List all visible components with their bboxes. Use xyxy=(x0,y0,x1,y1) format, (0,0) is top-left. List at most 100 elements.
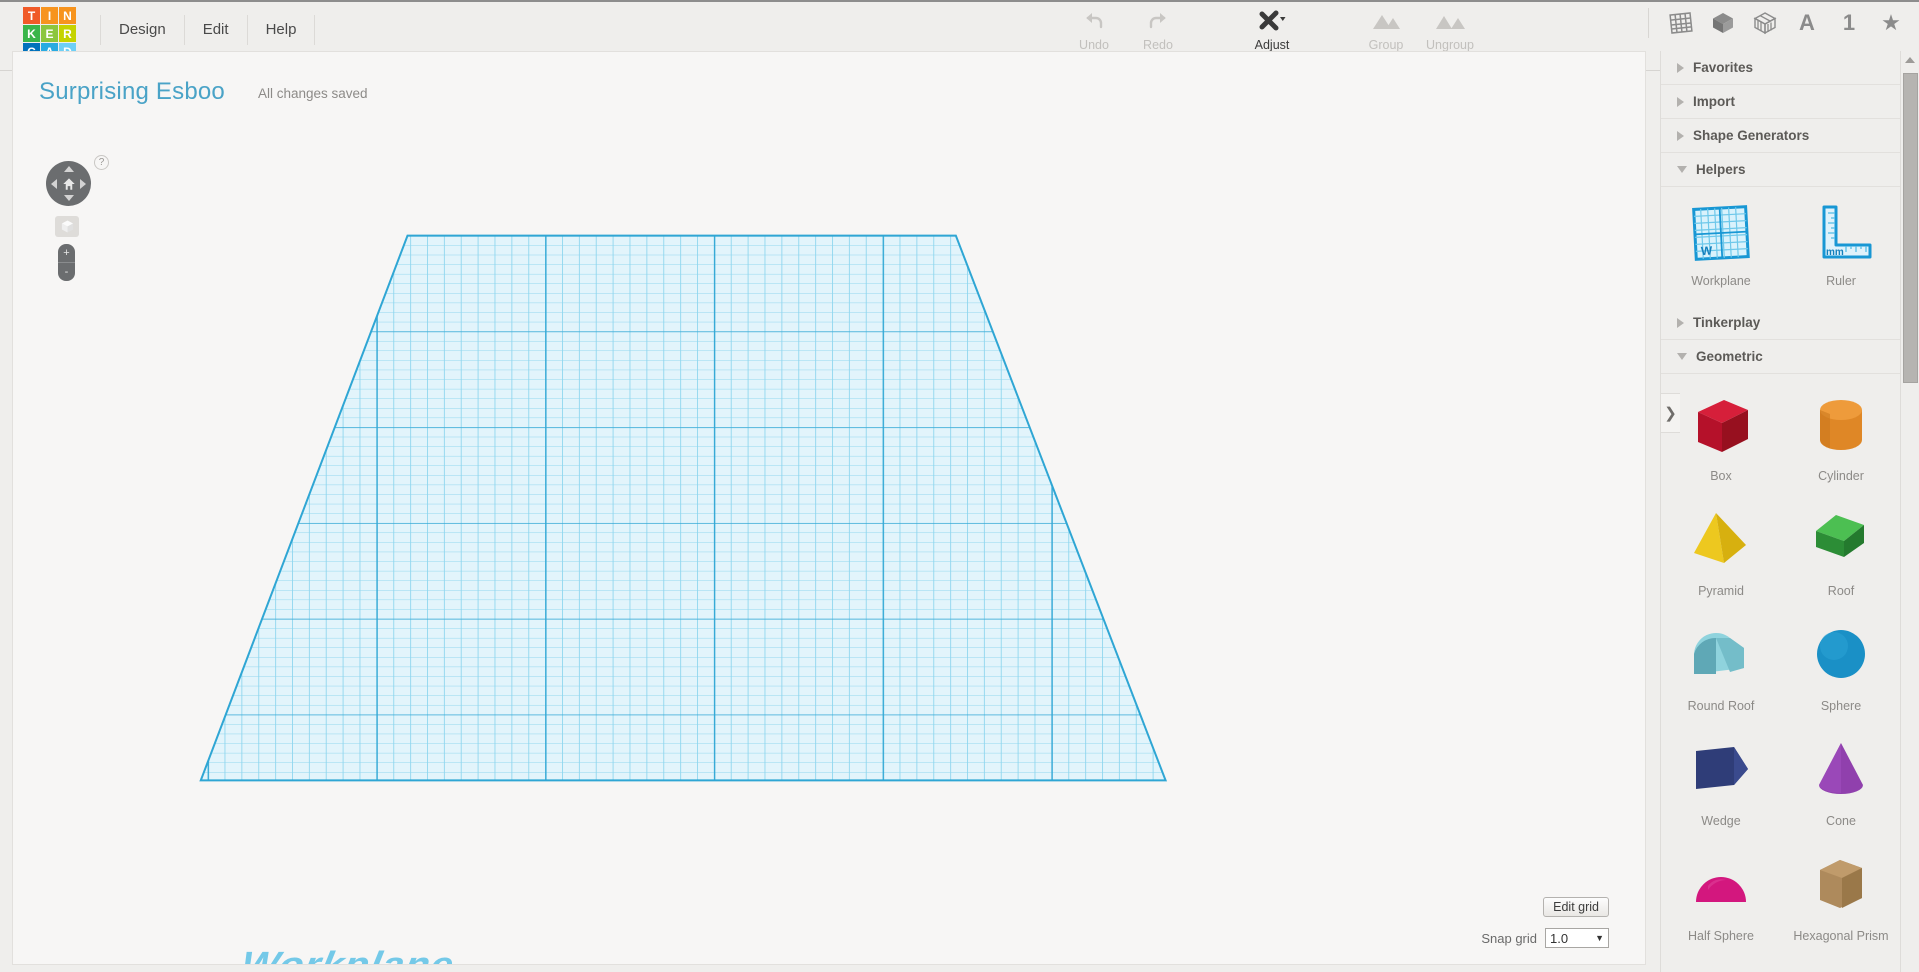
logo-tile-i: I xyxy=(41,7,58,24)
nav-down-arrow-icon[interactable] xyxy=(63,195,74,201)
logo-tile-e: E xyxy=(41,25,58,42)
view-navigation-disc[interactable] xyxy=(46,161,91,206)
snap-grid-control: Snap grid 1.0 ▼ xyxy=(1481,928,1609,948)
shape-label: Pyramid xyxy=(1698,584,1744,598)
redo-icon xyxy=(1126,8,1190,34)
chevron-down-icon xyxy=(1677,353,1687,360)
adjust-button[interactable]: Adjust xyxy=(1240,4,1304,52)
nav-left-arrow-icon[interactable] xyxy=(51,178,57,189)
group-label: Group xyxy=(1368,38,1404,52)
svg-text:W: W xyxy=(1700,243,1713,258)
shape-label: Workplane xyxy=(1691,274,1751,288)
workplane-label: Workplane xyxy=(237,945,458,964)
workplane-grid xyxy=(199,234,1168,782)
menu-item-edit[interactable]: Edit xyxy=(185,15,248,45)
shape-label: Roof xyxy=(1827,584,1855,598)
shape-item-pyramid[interactable]: Pyramid xyxy=(1661,503,1781,618)
design-canvas[interactable]: Surprising Esboo All changes saved ? + -… xyxy=(12,51,1646,965)
sidebar-section-favorites[interactable]: Favorites xyxy=(1661,51,1901,85)
sidebar-section-shape-generators[interactable]: Shape Generators xyxy=(1661,119,1901,153)
sidebar-section-tinkerplay[interactable]: Tinkerplay xyxy=(1661,306,1901,340)
shape-label: Wedge xyxy=(1701,814,1741,828)
shape-item-sphere[interactable]: Sphere xyxy=(1781,618,1901,733)
view-toolbar: A 1 ★ xyxy=(1648,8,1905,38)
shape-item-cylinder[interactable]: Cylinder xyxy=(1781,388,1901,503)
sidebar-section-import[interactable]: Import xyxy=(1661,85,1901,119)
snap-grid-value: 1.0 xyxy=(1550,930,1569,946)
wedge-shape-icon xyxy=(1686,733,1756,805)
chevron-down-icon xyxy=(1677,166,1687,173)
shape-item-ruler[interactable]: mm Ruler xyxy=(1781,201,1901,300)
nav-up-arrow-icon[interactable] xyxy=(63,166,74,172)
cone-shape-icon xyxy=(1806,733,1876,805)
zoom-in-button[interactable]: + xyxy=(58,244,75,263)
logo-tile-k: K xyxy=(23,25,40,42)
sidebar-section-helpers[interactable]: Helpers xyxy=(1661,153,1901,187)
shape-label: Cylinder xyxy=(1818,469,1864,483)
sidebar-section-label: Geometric xyxy=(1696,349,1763,364)
menu-item-design[interactable]: Design xyxy=(100,15,185,45)
nav-right-arrow-icon[interactable] xyxy=(80,178,86,189)
help-button[interactable]: ? xyxy=(94,155,109,170)
shape-label: Round Roof xyxy=(1687,699,1755,713)
ruler-helper-icon: mm xyxy=(1808,201,1874,265)
undo-icon xyxy=(1062,8,1126,34)
zoom-out-button[interactable]: - xyxy=(58,263,75,281)
ungroup-button[interactable]: Ungroup xyxy=(1418,4,1482,52)
chevron-right-icon xyxy=(1677,130,1684,141)
solid-cube-icon[interactable] xyxy=(1709,8,1737,38)
half-sphere-shape-icon xyxy=(1686,848,1756,920)
shape-item-roof[interactable]: Roof xyxy=(1781,503,1901,618)
sidebar-sections: Favorites Import Shape Generators Helper… xyxy=(1661,51,1901,969)
workplane-grid-icon[interactable] xyxy=(1667,8,1695,38)
logo-tile-r: R xyxy=(59,25,76,42)
shape-library-sidebar: ❯ Favorites Import Shape Generators Help… xyxy=(1660,51,1919,972)
redo-label: Redo xyxy=(1143,38,1173,52)
shape-label: Ruler xyxy=(1826,274,1856,288)
redo-button[interactable]: Redo xyxy=(1126,4,1190,52)
shape-item-wedge[interactable]: Wedge xyxy=(1661,733,1781,848)
snap-grid-select[interactable]: 1.0 ▼ xyxy=(1545,928,1609,948)
sidebar-section-geometric[interactable]: Geometric xyxy=(1661,340,1901,374)
tinkercad-app: T I N K E R C A D Design Edit Help Undo xyxy=(0,0,1919,972)
undo-button[interactable]: Undo xyxy=(1062,4,1126,52)
ungroup-icon xyxy=(1418,8,1482,34)
geometric-shelf: Box Cylinder Pyramid Roof Round Roof Sph… xyxy=(1661,374,1901,969)
collapse-sidebar-button[interactable]: ❯ xyxy=(1661,393,1680,433)
page-title[interactable]: Surprising Esboo xyxy=(39,78,225,106)
shape-label: Cone xyxy=(1826,814,1856,828)
number-one-icon[interactable]: 1 xyxy=(1835,8,1863,38)
edit-toolbar: Undo Redo Adjust Group Ungroup xyxy=(1062,4,1482,52)
star-icon[interactable]: ★ xyxy=(1877,8,1905,38)
cylinder-shape-icon xyxy=(1806,388,1876,460)
shape-item-workplane[interactable]: W Workplane xyxy=(1661,201,1781,300)
shape-label: Box xyxy=(1710,469,1732,483)
shape-item-cone[interactable]: Cone xyxy=(1781,733,1901,848)
save-status: All changes saved xyxy=(258,86,368,101)
svg-text:mm: mm xyxy=(1826,247,1844,258)
shape-label: Half Sphere xyxy=(1687,929,1754,943)
shape-item-hexagonal-prism[interactable]: Hexagonal Prism xyxy=(1781,848,1901,963)
shape-label: Sphere xyxy=(1820,699,1862,713)
sphere-shape-icon xyxy=(1806,618,1876,690)
shape-item-half-sphere[interactable]: Half Sphere xyxy=(1661,848,1781,963)
striped-cube-icon[interactable] xyxy=(1751,8,1779,38)
sidebar-scrollbar[interactable] xyxy=(1900,51,1919,972)
fit-view-button[interactable] xyxy=(55,216,79,237)
group-button[interactable]: Group xyxy=(1354,4,1418,52)
chevron-right-icon xyxy=(1677,62,1684,73)
zoom-control[interactable]: + - xyxy=(58,244,75,281)
adjust-icon xyxy=(1240,8,1304,34)
home-view-icon[interactable] xyxy=(62,177,75,190)
hexagonal-prism-shape-icon xyxy=(1806,848,1876,920)
chevron-right-icon xyxy=(1677,317,1684,328)
menu-item-help[interactable]: Help xyxy=(248,15,316,45)
edit-grid-button[interactable]: Edit grid xyxy=(1543,897,1609,917)
scrollbar-thumb[interactable] xyxy=(1903,73,1918,383)
shape-item-round-roof[interactable]: Round Roof xyxy=(1661,618,1781,733)
scroll-up-arrow-icon[interactable] xyxy=(1905,57,1915,63)
undo-label: Undo xyxy=(1079,38,1109,52)
shape-label: Hexagonal Prism xyxy=(1793,929,1889,943)
letter-a-icon[interactable]: A xyxy=(1793,8,1821,38)
logo-tile-t: T xyxy=(23,7,40,24)
